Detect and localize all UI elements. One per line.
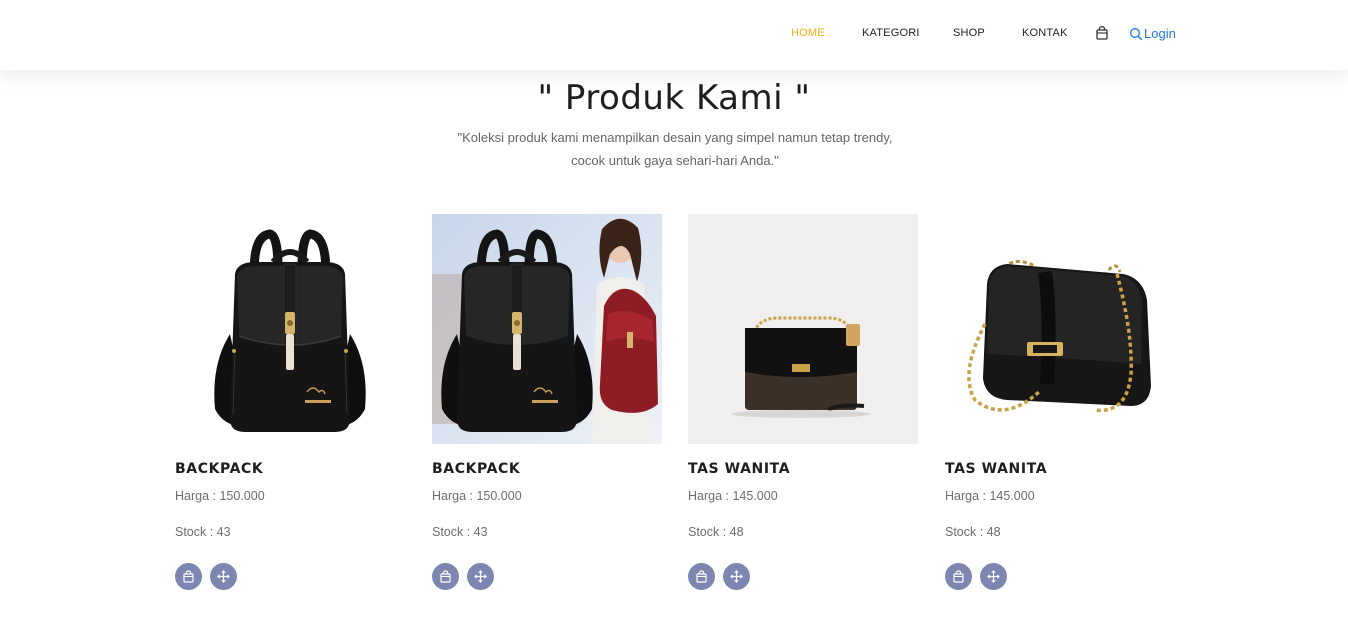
product-name[interactable]: BACKPACK — [432, 461, 520, 477]
add-to-cart-button[interactable] — [945, 563, 972, 590]
nav-home[interactable]: HOME — [791, 27, 825, 40]
move-arrows-icon — [217, 570, 230, 583]
product-stock: Stock : 48 — [945, 525, 1001, 539]
product-price: Harga : 145.000 — [945, 489, 1035, 503]
product-name[interactable]: TAS WANITA — [688, 461, 790, 477]
product-image[interactable] — [175, 214, 405, 444]
product-price: Harga : 150.000 — [432, 489, 522, 503]
shopping-bag-icon — [696, 570, 707, 583]
navbar: HOME KATEGORI SHOP KONTAK Login — [0, 0, 1348, 70]
product-stock: Stock : 43 — [432, 525, 488, 539]
login-label: Login — [1144, 26, 1176, 41]
view-detail-button[interactable] — [467, 563, 494, 590]
product-price: Harga : 150.000 — [175, 489, 265, 503]
view-detail-button[interactable] — [980, 563, 1007, 590]
section-description: "Koleksi produk kami menampilkan desain … — [457, 130, 893, 168]
add-to-cart-button[interactable] — [432, 563, 459, 590]
login-link[interactable]: Login — [1129, 25, 1176, 42]
shopping-bag-icon — [953, 570, 964, 583]
shopping-bag-icon[interactable] — [1094, 25, 1110, 41]
product-image[interactable] — [945, 214, 1175, 444]
shopping-bag-icon — [183, 570, 194, 583]
add-to-cart-button[interactable] — [688, 563, 715, 590]
product-name[interactable]: TAS WANITA — [945, 461, 1047, 477]
product-card: TAS WANITA Harga : 145.000 Stock : 48 — [688, 214, 918, 590]
product-stock: Stock : 48 — [688, 525, 744, 539]
product-price: Harga : 145.000 — [688, 489, 778, 503]
product-name[interactable]: BACKPACK — [175, 461, 263, 477]
product-stock: Stock : 43 — [175, 525, 231, 539]
section-title: " Produk Kami " — [537, 78, 811, 118]
product-card: BACKPACK Harga : 150.000 Stock : 43 — [432, 214, 662, 590]
product-card: TAS WANITA Harga : 145.000 Stock : 48 — [945, 214, 1175, 590]
nav-kategori[interactable]: KATEGORI — [862, 27, 920, 40]
nav-kontak[interactable]: KONTAK — [1022, 27, 1068, 40]
product-card: BACKPACK Harga : 150.000 Stock : 43 — [175, 214, 405, 590]
nav-shop[interactable]: SHOP — [953, 27, 985, 40]
view-detail-button[interactable] — [210, 563, 237, 590]
product-image[interactable] — [432, 214, 662, 444]
view-detail-button[interactable] — [723, 563, 750, 590]
search-icon — [1130, 27, 1143, 40]
add-to-cart-button[interactable] — [175, 563, 202, 590]
move-arrows-icon — [730, 570, 743, 583]
shopping-bag-icon — [440, 570, 451, 583]
product-image[interactable] — [688, 214, 918, 444]
move-arrows-icon — [987, 570, 1000, 583]
move-arrows-icon — [474, 570, 487, 583]
